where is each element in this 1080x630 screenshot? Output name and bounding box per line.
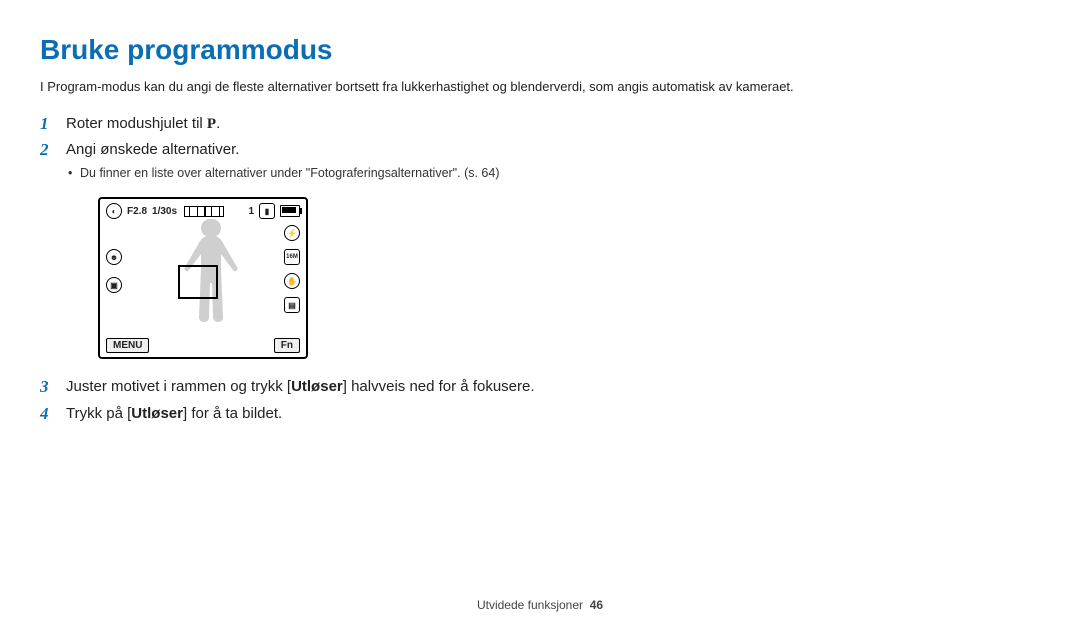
ev-scale-icon <box>184 206 224 217</box>
page-number: 46 <box>590 598 603 612</box>
manual-page: Bruke programmodus I Program-modus kan d… <box>0 0 1080 630</box>
aperture-value: F2.8 <box>127 206 147 217</box>
step-number: 1 <box>40 114 56 134</box>
fn-button[interactable]: Fn <box>274 338 300 353</box>
size-icon: 16M <box>284 249 300 265</box>
face-detect-icon: ☻ <box>106 249 122 265</box>
step-number: 3 <box>40 377 56 397</box>
step-2: 2 Angi ønskede alternativer. Du finner e… <box>40 140 660 181</box>
shot-count: 1 <box>248 206 254 217</box>
step-number: 4 <box>40 404 56 424</box>
menu-button[interactable]: MENU <box>106 338 149 353</box>
step-text: Juster motivet i rammen og trykk [Utløse… <box>66 377 660 397</box>
step-sub-bullet: Du finner en liste over alternativer und… <box>66 165 660 182</box>
page-footer: Utvidede funksjoner 46 <box>0 598 1080 612</box>
step-text: Trykk på [Utløser] for å ta bildet. <box>66 404 660 424</box>
mode-icon: ◐ <box>106 203 122 219</box>
step-number: 2 <box>40 140 56 181</box>
step-list: 1 Roter modushjulet til P. 2 Angi ønsked… <box>40 114 660 424</box>
step-text: Angi ønskede alternativer. Du finner en … <box>66 140 660 181</box>
metering-icon: ▣ <box>106 277 122 293</box>
step-3: 3 Juster motivet i rammen og trykk [Utlø… <box>40 377 660 397</box>
footer-section: Utvidede funksjoner <box>477 598 583 612</box>
page-title: Bruke programmodus <box>40 34 1040 66</box>
drive-icon: ▤ <box>284 297 300 313</box>
shutter-key-label: Utløser <box>131 405 183 422</box>
step-text: Roter modushjulet til P. <box>66 114 660 134</box>
battery-icon <box>280 205 300 217</box>
camera-screenshot: ◐ F2.8 1/30s 1 <box>98 197 308 359</box>
flash-icon: ⚡ <box>284 225 300 241</box>
shutter-value: 1/30s <box>152 206 177 217</box>
focus-frame-icon <box>178 265 218 299</box>
step-4: 4 Trykk på [Utløser] for å ta bildet. <box>40 404 660 424</box>
mode-p-symbol: P <box>207 116 216 132</box>
intro-paragraph: I Program-modus kan du angi de fleste al… <box>40 79 1040 94</box>
card-icon: ▮ <box>259 203 275 219</box>
shutter-key-label: Utløser <box>291 378 343 395</box>
stabilizer-icon: ✋ <box>284 273 300 289</box>
step-1: 1 Roter modushjulet til P. <box>40 114 660 134</box>
